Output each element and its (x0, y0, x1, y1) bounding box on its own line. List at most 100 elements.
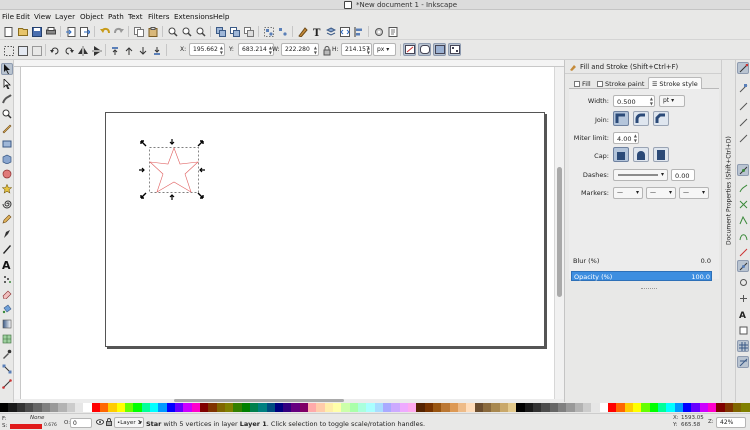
palette-swatch[interactable] (566, 403, 575, 412)
import-icon[interactable] (64, 25, 77, 38)
zoom-input[interactable]: 42% (716, 417, 746, 428)
palette-swatch[interactable] (741, 403, 750, 412)
palette-swatch[interactable] (732, 403, 742, 412)
snap-nodes-icon[interactable] (737, 164, 749, 176)
text-tool-icon[interactable]: A (1, 258, 13, 270)
resize-grip[interactable] (641, 288, 657, 290)
palette-swatch[interactable] (74, 403, 84, 412)
node-tool-icon[interactable] (1, 78, 13, 90)
spray-tool-icon[interactable] (1, 273, 13, 285)
palette-swatch[interactable] (174, 403, 184, 412)
palette-swatch[interactable] (549, 403, 558, 412)
palette-swatch[interactable] (458, 403, 467, 412)
flip-horizontal-icon[interactable] (76, 44, 89, 57)
palette-swatch[interactable] (233, 403, 242, 412)
vertical-scrollbar[interactable] (554, 67, 564, 399)
mid-marker-select[interactable]: — ▾ (646, 187, 676, 199)
palette-swatch[interactable] (383, 403, 392, 412)
zoom-drawing-icon[interactable] (180, 25, 193, 38)
lower-to-bottom-icon[interactable] (150, 44, 163, 57)
palette-swatch[interactable] (449, 403, 459, 412)
text-font-icon[interactable]: T (310, 25, 323, 38)
square-cap-button[interactable] (653, 147, 669, 162)
open-icon[interactable] (16, 25, 29, 38)
palette-swatch[interactable] (124, 403, 134, 412)
palette-swatch[interactable] (83, 403, 92, 412)
new-document-icon[interactable] (2, 25, 15, 38)
xml-editor-icon[interactable] (338, 25, 351, 38)
palette-swatch[interactable] (682, 403, 692, 412)
palette-swatch[interactable] (508, 403, 517, 412)
fill-indicator-value[interactable]: None (30, 415, 44, 421)
palette-swatch[interactable] (0, 403, 9, 412)
palette-swatch[interactable] (716, 403, 725, 412)
snap-guides-icon[interactable] (737, 356, 749, 368)
palette-swatch[interactable] (707, 403, 717, 412)
blur-value[interactable]: 0.0 (679, 257, 711, 265)
end-marker-select[interactable]: — ▾ (679, 187, 709, 199)
snap-bbox-icon[interactable] (737, 82, 749, 94)
palette-swatch[interactable] (16, 403, 25, 412)
stroke-color-swatch[interactable] (10, 424, 42, 429)
layers-icon[interactable] (324, 25, 337, 38)
menu-filters[interactable]: Filters (148, 12, 170, 21)
palette-swatch[interactable] (224, 403, 234, 412)
bevel-join-button[interactable] (653, 111, 669, 126)
copy-icon[interactable] (132, 25, 145, 38)
visibility-eye-icon[interactable] (96, 419, 104, 427)
width-unit-select[interactable]: pt ▾ (659, 95, 685, 107)
palette-swatch[interactable] (8, 403, 17, 412)
snap-bbox-corner-icon[interactable] (737, 116, 749, 128)
dashes-select[interactable]: ▾ (613, 169, 668, 181)
palette-swatch[interactable] (499, 403, 509, 412)
menu-object[interactable]: Object (80, 12, 103, 21)
palette-swatch[interactable] (191, 403, 200, 412)
palette-swatch[interactable] (691, 403, 700, 412)
tweak-tool-icon[interactable] (1, 93, 13, 105)
snap-midpoints-icon[interactable] (737, 246, 749, 258)
redo-icon[interactable] (112, 25, 125, 38)
w-input[interactable]: 222.280 ▲ ▼ (281, 43, 319, 56)
snap-rotation-center-icon[interactable] (737, 292, 749, 304)
palette-swatch[interactable] (299, 403, 309, 412)
snap-grid-icon[interactable] (737, 340, 749, 352)
palette-swatch[interactable] (649, 403, 658, 412)
palette-swatch[interactable] (724, 403, 733, 412)
rotate-cw-icon[interactable] (62, 44, 75, 57)
palette-swatch[interactable] (49, 403, 59, 412)
group-icon[interactable] (262, 25, 275, 38)
palette-swatch[interactable] (274, 403, 284, 412)
palette-swatch[interactable] (33, 403, 42, 412)
menu-extensions[interactable]: Extensions (174, 12, 213, 21)
print-icon[interactable] (44, 25, 57, 38)
round-cap-button[interactable] (633, 147, 649, 162)
lower-icon[interactable] (136, 44, 149, 57)
start-marker-select[interactable]: — ▾ (613, 187, 643, 199)
snap-text-baseline-icon[interactable]: A (737, 308, 749, 320)
palette-swatch[interactable] (624, 403, 633, 412)
color-palette[interactable] (0, 403, 750, 413)
zoom-page-icon[interactable] (194, 25, 207, 38)
palette-swatch[interactable] (216, 403, 225, 412)
palette-swatch[interactable] (574, 403, 583, 412)
measure-tool-icon[interactable] (1, 123, 13, 135)
vertical-scroll-thumb[interactable] (557, 167, 562, 297)
horizontal-scroll-thumb[interactable] (174, 399, 344, 402)
rectangle-tool-icon[interactable] (1, 138, 13, 150)
raise-icon[interactable] (122, 44, 135, 57)
unit-select[interactable]: px ▾ (373, 43, 396, 56)
transform-patterns-toggle[interactable] (448, 43, 461, 56)
rotate-ccw-icon[interactable] (48, 44, 61, 57)
palette-swatch[interactable] (599, 403, 608, 412)
duplicate-icon[interactable] (214, 25, 227, 38)
palette-swatch[interactable] (249, 403, 259, 412)
snap-intersections-icon[interactable] (737, 198, 749, 210)
palette-swatch[interactable] (58, 403, 67, 412)
vertical-ruler[interactable] (14, 67, 21, 399)
snap-paths-icon[interactable] (737, 182, 749, 194)
connector-tool-icon[interactable] (1, 363, 13, 375)
x-input[interactable]: 195.662 ▲ ▼ (189, 43, 225, 56)
snap-cusp-nodes-icon[interactable] (737, 214, 749, 226)
spiral-tool-icon[interactable] (1, 198, 13, 210)
palette-swatch[interactable] (358, 403, 367, 412)
